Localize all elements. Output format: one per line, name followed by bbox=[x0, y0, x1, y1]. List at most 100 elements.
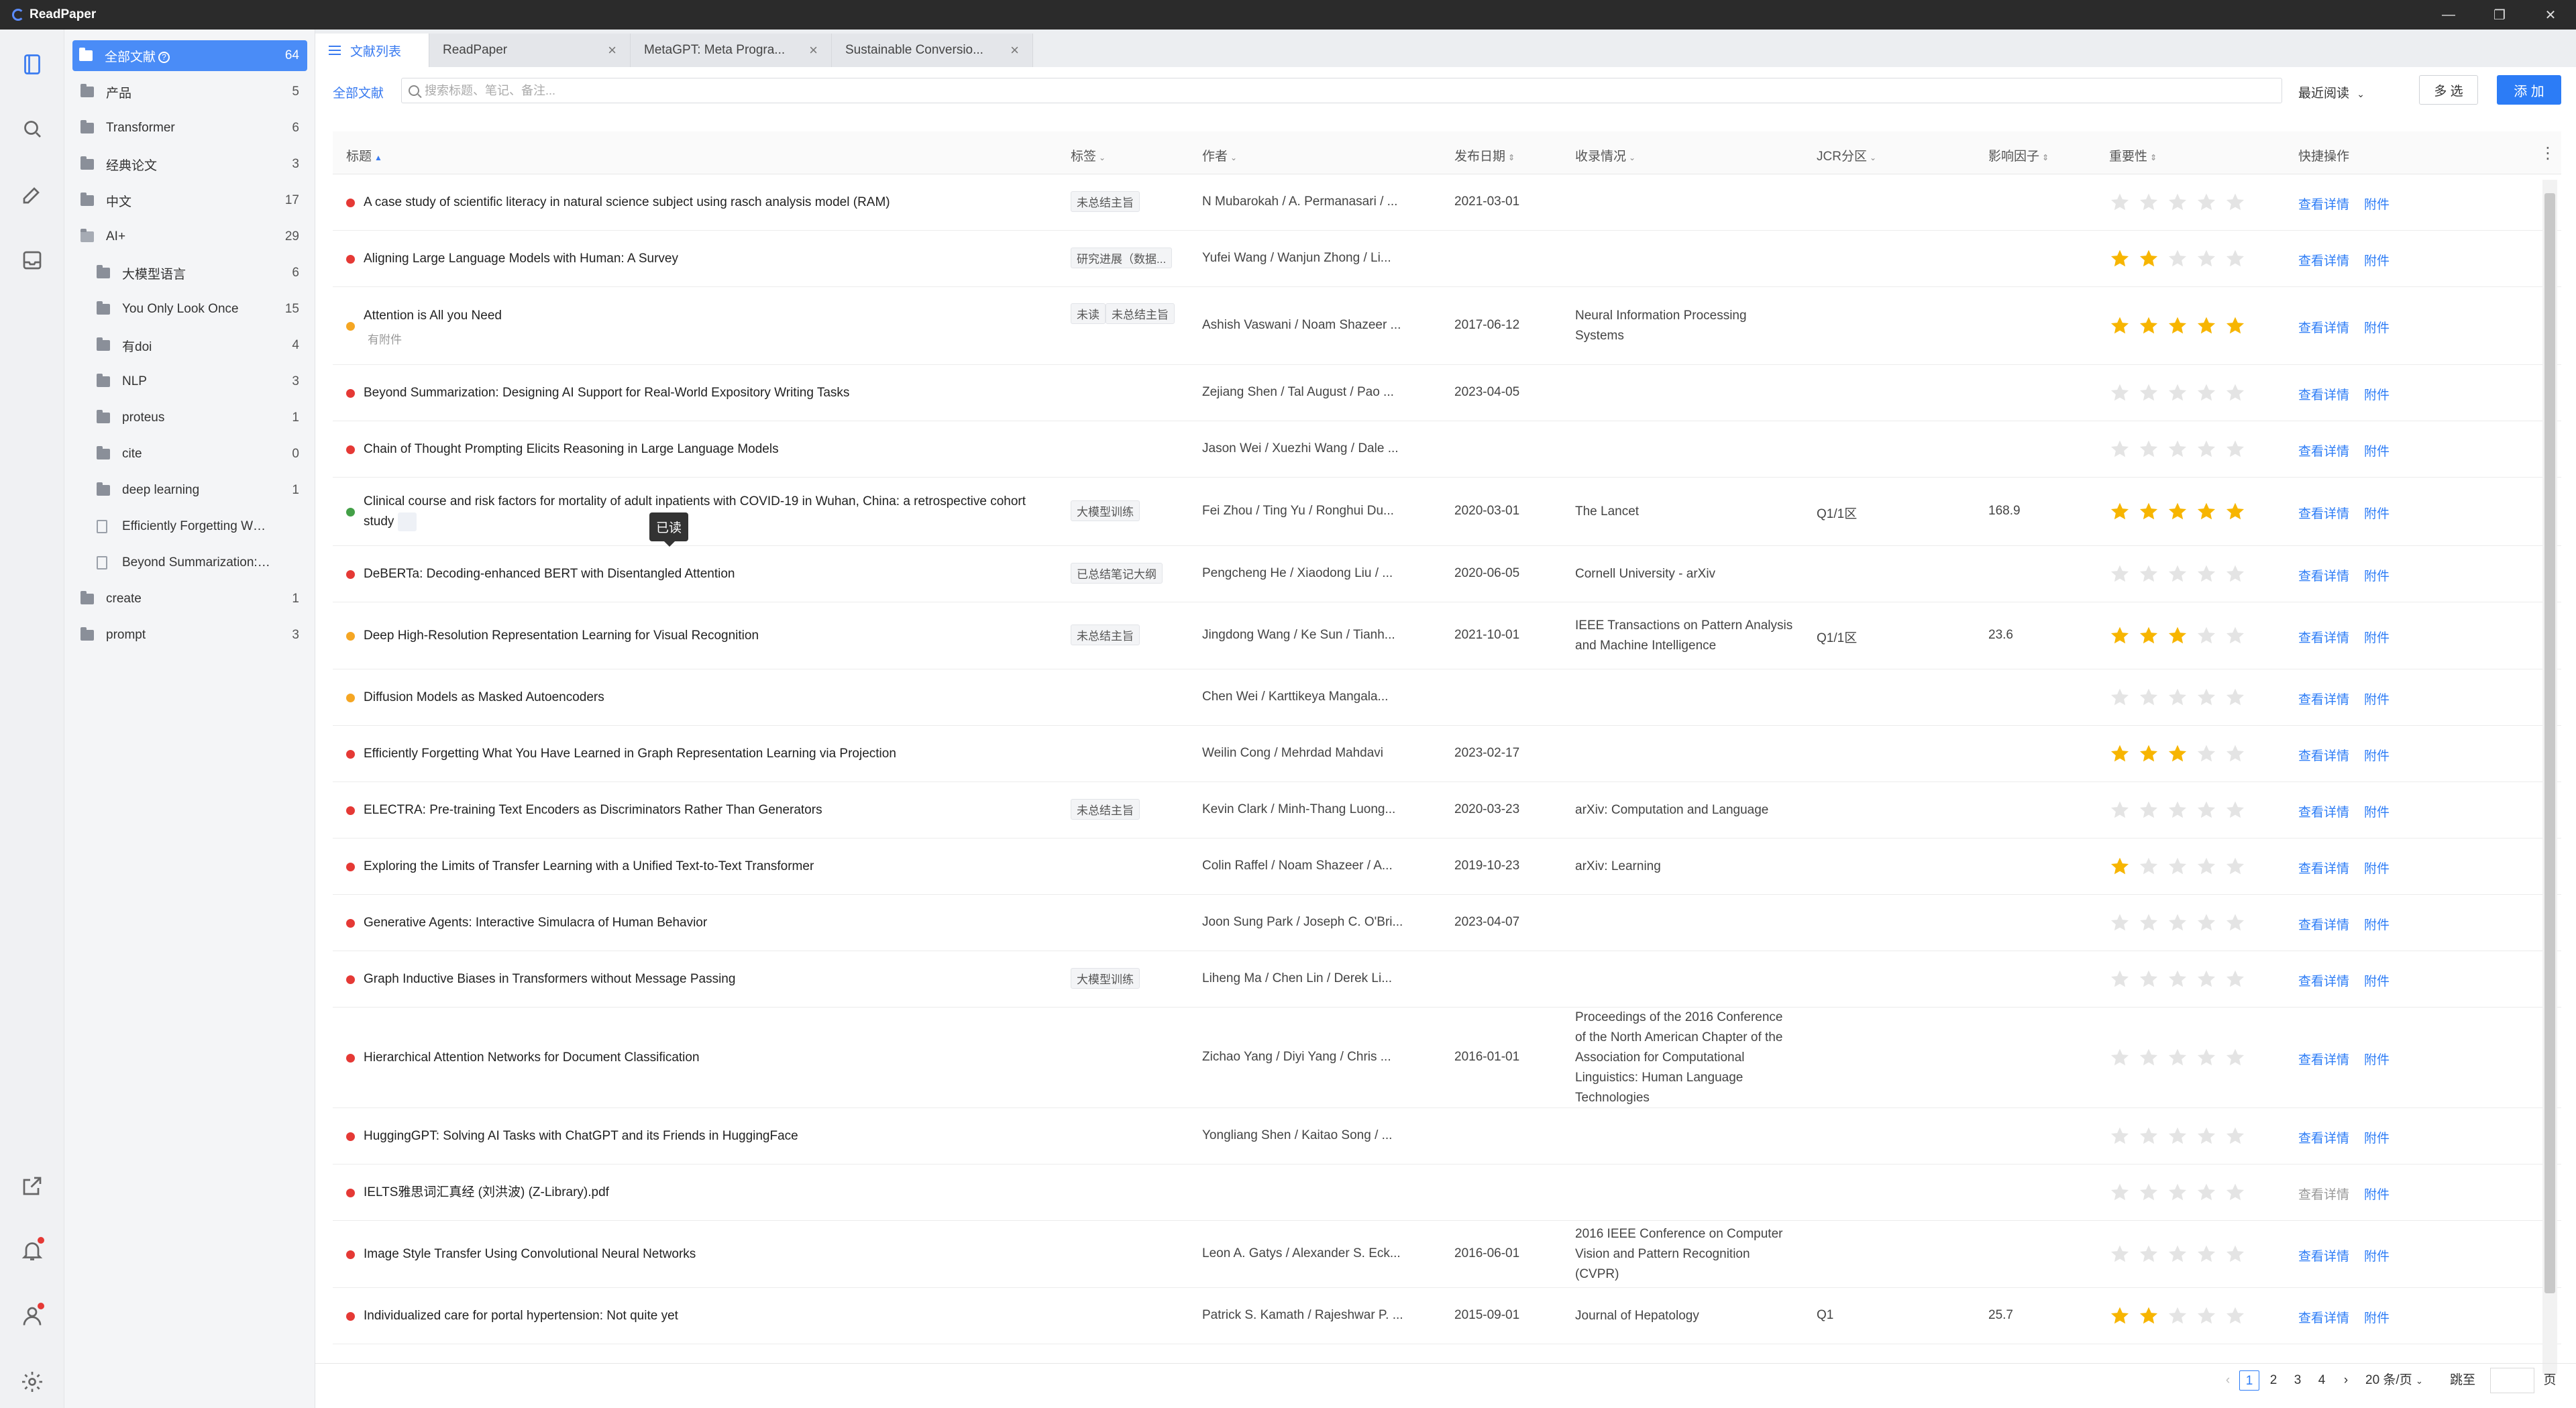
settings-gear-icon[interactable] bbox=[16, 1366, 48, 1398]
folder-item[interactable]: NLP 3 bbox=[72, 366, 307, 397]
header-venue[interactable]: 收录情况 ⌄ bbox=[1575, 146, 1635, 164]
star-icon[interactable] bbox=[2224, 912, 2246, 934]
view-details-link[interactable]: 查看详情 bbox=[2298, 1250, 2349, 1264]
paper-title[interactable]: Deep High-Resolution Representation Lear… bbox=[364, 626, 1041, 646]
scrollbar-thumb[interactable] bbox=[2544, 193, 2555, 1293]
tag-chip[interactable]: 大模型训练 bbox=[1071, 500, 1140, 521]
importance-rating[interactable] bbox=[2109, 969, 2246, 990]
attachment-link[interactable]: 附件 bbox=[2364, 1053, 2390, 1067]
add-button[interactable]: 添 加 bbox=[2497, 75, 2561, 105]
attachment-link[interactable]: 附件 bbox=[2364, 388, 2390, 402]
star-icon[interactable] bbox=[2138, 1126, 2159, 1147]
header-impact[interactable]: 影响因子 ⇕ bbox=[1988, 146, 2049, 164]
read-status-dot[interactable] bbox=[346, 1312, 355, 1321]
view-details-link[interactable]: 查看详情 bbox=[2298, 693, 2349, 707]
star-icon[interactable] bbox=[2196, 1305, 2217, 1327]
star-icon[interactable] bbox=[2224, 1244, 2246, 1265]
attachment-link[interactable]: 附件 bbox=[2364, 507, 2390, 521]
header-importance[interactable]: 重要性 ⇕ bbox=[2109, 146, 2157, 164]
importance-rating[interactable] bbox=[2109, 912, 2246, 934]
star-icon[interactable] bbox=[2138, 248, 2159, 270]
star-icon[interactable] bbox=[2196, 912, 2217, 934]
star-icon[interactable] bbox=[2109, 969, 2131, 990]
table-row[interactable]: Deep High-Resolution Representation Lear… bbox=[333, 602, 2561, 669]
folder-item[interactable]: 产品 5 bbox=[72, 76, 307, 107]
attachment-link[interactable]: 附件 bbox=[2364, 1311, 2390, 1325]
read-status-dot[interactable] bbox=[346, 570, 355, 579]
view-details-link[interactable]: 查看详情 bbox=[2298, 321, 2349, 335]
attachment-link[interactable]: 附件 bbox=[2364, 975, 2390, 989]
attachment-link[interactable]: 附件 bbox=[2364, 1188, 2390, 1202]
read-status-dot[interactable] bbox=[346, 863, 355, 871]
star-icon[interactable] bbox=[2109, 912, 2131, 934]
folder-item[interactable]: 有doi 4 bbox=[72, 330, 307, 361]
star-icon[interactable] bbox=[2167, 1244, 2188, 1265]
read-status-dot[interactable] bbox=[346, 632, 355, 641]
view-details-link[interactable]: 查看详情 bbox=[2298, 198, 2349, 212]
view-details-link[interactable]: 查看详情 bbox=[2298, 975, 2349, 989]
table-row[interactable]: Diffusion Models as Masked Autoencoders C… bbox=[333, 669, 2561, 726]
star-icon[interactable] bbox=[2109, 248, 2131, 270]
importance-rating[interactable] bbox=[2109, 1182, 2246, 1203]
attachment-link[interactable]: 附件 bbox=[2364, 693, 2390, 707]
paper-title[interactable]: Generative Agents: Interactive Simulacra… bbox=[364, 913, 1041, 933]
attachment-link[interactable]: 附件 bbox=[2364, 631, 2390, 645]
star-icon[interactable] bbox=[2138, 1047, 2159, 1069]
star-icon[interactable] bbox=[2167, 315, 2188, 337]
table-row[interactable]: Graph Inductive Biases in Transformers w… bbox=[333, 951, 2561, 1008]
paper-title[interactable]: HuggingGPT: Solving AI Tasks with ChatGP… bbox=[364, 1126, 1041, 1146]
attachment-link[interactable]: 附件 bbox=[2364, 445, 2390, 459]
star-icon[interactable] bbox=[2224, 743, 2246, 765]
star-icon[interactable] bbox=[2138, 382, 2159, 404]
table-row[interactable]: DeBERTa: Decoding-enhanced BERT with Dis… bbox=[333, 546, 2561, 602]
close-icon[interactable]: × bbox=[1010, 42, 1019, 59]
search-icon[interactable] bbox=[16, 113, 48, 145]
star-icon[interactable] bbox=[2167, 625, 2188, 647]
star-icon[interactable] bbox=[2109, 743, 2131, 765]
read-status-dot[interactable] bbox=[346, 1054, 355, 1063]
importance-rating[interactable] bbox=[2109, 501, 2246, 523]
search-input[interactable] bbox=[425, 83, 2282, 98]
folder-item[interactable]: 经典论文 3 bbox=[72, 149, 307, 180]
importance-rating[interactable] bbox=[2109, 439, 2246, 460]
header-tags[interactable]: 标签 ⌄ bbox=[1071, 146, 1106, 164]
star-icon[interactable] bbox=[2224, 625, 2246, 647]
close-icon[interactable]: × bbox=[809, 42, 818, 59]
view-details-link[interactable]: 查看详情 bbox=[2298, 631, 2349, 645]
read-status-dot[interactable] bbox=[346, 199, 355, 207]
star-icon[interactable] bbox=[2196, 969, 2217, 990]
attachment-link[interactable]: 附件 bbox=[2364, 918, 2390, 932]
paper-title[interactable]: DeBERTa: Decoding-enhanced BERT with Dis… bbox=[364, 564, 1041, 584]
importance-rating[interactable] bbox=[2109, 1305, 2246, 1327]
importance-rating[interactable] bbox=[2109, 1244, 2246, 1265]
star-icon[interactable] bbox=[2138, 1244, 2159, 1265]
star-icon[interactable] bbox=[2196, 501, 2217, 523]
all-literature-link[interactable]: 全部文献 bbox=[333, 83, 384, 101]
star-icon[interactable] bbox=[2224, 501, 2246, 523]
folder-item[interactable]: You Only Look Once 15 bbox=[72, 294, 307, 325]
paper-title[interactable]: Chain of Thought Prompting Elicits Reaso… bbox=[364, 439, 1041, 459]
restore-button[interactable]: ❐ bbox=[2474, 0, 2525, 30]
star-icon[interactable] bbox=[2167, 912, 2188, 934]
view-details-link[interactable]: 查看详情 bbox=[2298, 806, 2349, 820]
importance-rating[interactable] bbox=[2109, 800, 2246, 821]
read-status-dot[interactable] bbox=[346, 322, 355, 331]
star-icon[interactable] bbox=[2224, 192, 2246, 213]
folder-item[interactable]: 大模型语言 6 bbox=[72, 258, 307, 288]
star-icon[interactable] bbox=[2167, 501, 2188, 523]
attachment-link[interactable]: 附件 bbox=[2364, 254, 2390, 268]
table-row[interactable]: Generative Agents: Interactive Simulacra… bbox=[333, 895, 2561, 951]
paper-title[interactable]: Image Style Transfer Using Convolutional… bbox=[364, 1244, 1041, 1264]
star-icon[interactable] bbox=[2196, 743, 2217, 765]
importance-rating[interactable] bbox=[2109, 687, 2246, 708]
read-status-dot[interactable] bbox=[346, 508, 355, 517]
star-icon[interactable] bbox=[2224, 687, 2246, 708]
bell-icon[interactable] bbox=[16, 1234, 48, 1266]
star-icon[interactable] bbox=[2138, 969, 2159, 990]
table-row[interactable]: ELECTRA: Pre-training Text Encoders as D… bbox=[333, 782, 2561, 838]
paper-title[interactable]: ELECTRA: Pre-training Text Encoders as D… bbox=[364, 800, 1041, 820]
star-icon[interactable] bbox=[2224, 382, 2246, 404]
attachment-link[interactable]: 附件 bbox=[2364, 198, 2390, 212]
folder-all-literature[interactable]: 全部文献? 64 bbox=[72, 40, 307, 71]
view-details-link[interactable]: 查看详情 bbox=[2298, 254, 2349, 268]
